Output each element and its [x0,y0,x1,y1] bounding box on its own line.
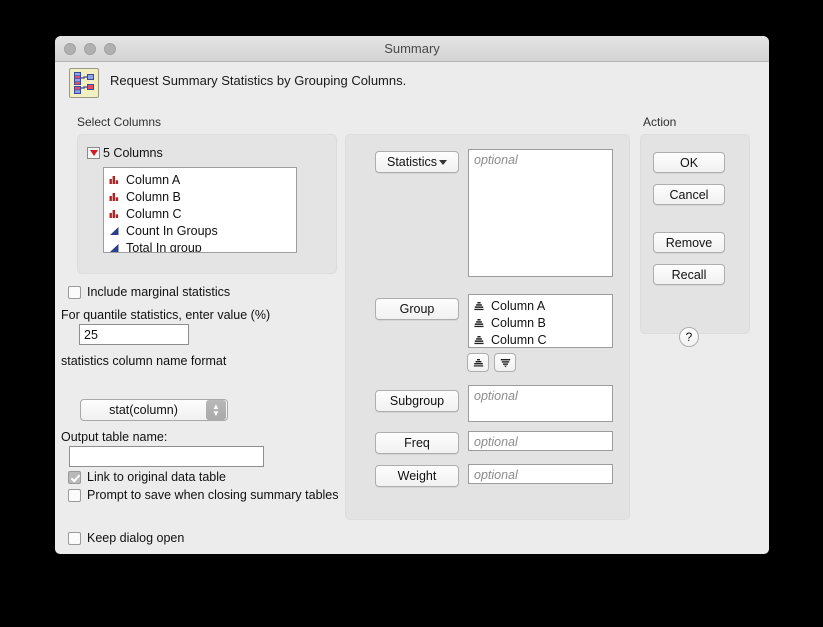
dialog-header: Request Summary Statistics by Grouping C… [55,62,769,102]
weight-dropzone[interactable]: optional [468,464,613,484]
nominal-bars-icon [109,208,120,219]
list-item-label: Column C [491,332,547,347]
group-dropzone[interactable]: Column A Column B Column C [468,294,613,348]
list-item-label: Count In Groups [126,223,218,238]
statistics-button-label: Statistics [386,155,437,169]
continuous-triangle-icon [109,242,120,252]
ok-button[interactable]: OK [653,152,725,173]
weight-button[interactable]: Weight [375,465,459,487]
quantile-label: For quantile statistics, enter value (%) [61,308,271,322]
include-marginal-statistics-checkbox[interactable] [68,286,81,299]
link-original-row[interactable]: Link to original data table [68,470,226,484]
list-item-label: Column B [491,315,546,330]
prompt-save-row[interactable]: Prompt to save when closing summary tabl… [68,488,339,502]
window-title: Summary [384,41,440,56]
freq-placeholder: optional [474,435,518,449]
select-columns-caption: Select Columns [77,115,162,129]
list-item[interactable]: Total In group [109,239,296,253]
list-item-label: Column A [491,298,546,313]
columns-count-header[interactable]: 5 Columns [87,146,163,160]
format-label: statistics column name format [61,354,227,368]
keep-dialog-open-checkbox[interactable] [68,532,81,545]
list-item[interactable]: Column B [474,314,612,331]
prompt-save-label: Prompt to save when closing summary tabl… [87,488,339,502]
link-original-checkbox[interactable] [68,471,81,484]
group-button[interactable]: Group [375,298,459,320]
output-table-input[interactable] [69,446,264,467]
chevron-down-icon [439,159,447,165]
freq-button[interactable]: Freq [375,432,459,454]
action-caption: Action [643,115,677,129]
weight-button-label: Weight [397,469,437,483]
group-button-label: Group [399,302,435,316]
include-marginal-statistics-label: Include marginal statistics [87,285,231,299]
help-button[interactable]: ? [679,327,699,347]
include-marginal-statistics-row[interactable]: Include marginal statistics [68,285,230,299]
continuous-triangle-icon [109,225,120,236]
title-bar[interactable]: Summary [55,36,769,62]
freq-dropzone[interactable]: optional [468,431,613,451]
statistics-button[interactable]: Statistics [375,151,459,173]
list-item[interactable]: Column C [474,331,612,347]
stat-name-format-value: stat(column) [109,403,178,417]
nominal-bars-icon [109,191,120,202]
list-item-label: Total In group [126,240,202,253]
remove-button[interactable]: Remove [653,232,725,253]
disclosure-triangle-icon[interactable] [87,147,100,159]
list-item-label: Column C [126,206,182,221]
freq-button-label: Freq [404,436,430,450]
list-item[interactable]: Column B [109,188,296,205]
list-item[interactable]: Column A [109,171,296,188]
link-original-label: Link to original data table [87,470,226,484]
list-item[interactable]: Column C [109,205,296,222]
keep-dialog-open-row[interactable]: Keep dialog open [68,531,184,545]
list-item-label: Column B [126,189,181,204]
weight-placeholder: optional [474,468,518,482]
stat-name-format-popup[interactable]: stat(column) ▲ ▼ [80,399,228,421]
summary-dialog-window: Summary Request Summary Statistics by Gr… [55,36,769,554]
quantile-input[interactable]: 25 [79,324,189,345]
recall-button[interactable]: Recall [653,264,725,285]
ordinal-icon [474,334,485,345]
output-table-label: Output table name: [61,430,168,444]
list-item[interactable]: Column A [474,297,612,314]
statistics-placeholder: optional [474,153,518,167]
list-item[interactable]: Count In Groups [109,222,296,239]
subgroup-button[interactable]: Subgroup [375,390,459,412]
subgroup-placeholder: optional [474,389,518,403]
list-item-label: Column A [126,172,181,187]
ordinal-icon [474,300,485,311]
sort-ascending-icon[interactable] [467,353,489,372]
nominal-bars-icon [109,174,120,185]
subgroup-button-label: Subgroup [389,394,445,408]
columns-count-label: 5 Columns [103,146,163,160]
summary-table-icon [69,68,99,98]
available-columns-list[interactable]: Column A Column B Column C Count In Grou… [103,167,297,253]
stepper-chevrons-icon[interactable]: ▲ ▼ [206,400,226,420]
sort-descending-icon[interactable] [494,353,516,372]
prompt-save-checkbox[interactable] [68,489,81,502]
keep-dialog-open-label: Keep dialog open [87,531,185,545]
ordinal-icon [474,317,485,328]
statistics-dropzone[interactable]: optional [468,149,613,277]
subgroup-dropzone[interactable]: optional [468,385,613,422]
cancel-button[interactable]: Cancel [653,184,725,205]
dialog-description: Request Summary Statistics by Grouping C… [110,73,407,88]
